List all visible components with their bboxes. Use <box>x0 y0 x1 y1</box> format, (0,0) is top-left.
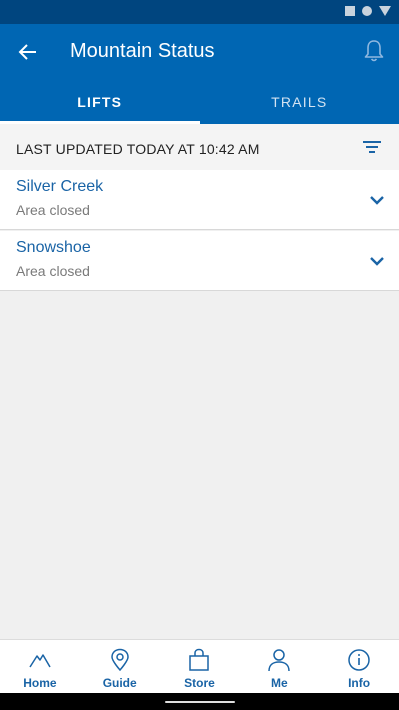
tab-lifts[interactable]: LIFTS <box>0 80 200 124</box>
nav-home-label: Home <box>23 676 57 690</box>
square-status-icon <box>345 6 355 16</box>
nav-info[interactable]: Info <box>319 640 399 693</box>
last-updated-row: LAST UPDATED TODAY AT 10:42 AM <box>0 124 399 170</box>
filter-icon[interactable] <box>361 138 383 156</box>
nav-me[interactable]: Me <box>239 640 319 693</box>
back-button[interactable] <box>14 38 42 66</box>
nav-info-label: Info <box>348 676 371 690</box>
list-item[interactable]: Snowshoe Area closed <box>0 231 399 291</box>
tab-lifts-label: LIFTS <box>77 94 123 110</box>
page-title: Mountain Status <box>70 40 215 62</box>
area-name: Silver Creek <box>16 178 104 195</box>
triangle-status-icon <box>379 6 391 16</box>
tab-bar: LIFTS TRAILS <box>0 80 399 124</box>
last-updated-text: LAST UPDATED TODAY AT 10:42 AM <box>16 141 260 157</box>
info-icon <box>348 649 370 671</box>
status-bar <box>0 0 399 24</box>
home-indicator[interactable] <box>165 701 235 703</box>
system-navigation-bar <box>0 693 399 710</box>
nav-guide-label: Guide <box>102 676 137 690</box>
tab-trails[interactable]: TRAILS <box>200 80 399 124</box>
list-item[interactable]: Silver Creek Area closed <box>0 170 399 230</box>
mountain-icon <box>29 654 51 668</box>
nav-home[interactable]: Home <box>0 640 80 693</box>
bell-icon <box>364 40 384 62</box>
nav-me-label: Me <box>270 676 288 690</box>
chevron-down-icon[interactable] <box>369 192 385 208</box>
back-arrow-icon <box>18 44 36 60</box>
tab-trails-label: TRAILS <box>271 94 328 110</box>
area-name: Snowshoe <box>16 239 91 256</box>
chevron-down-icon[interactable] <box>369 253 385 269</box>
shopping-bag-icon <box>189 648 210 671</box>
nav-store-label: Store <box>184 676 215 690</box>
area-status: Area closed <box>16 202 90 218</box>
app-bar: Mountain Status LIFTS TRAILS <box>0 24 399 124</box>
notifications-button[interactable] <box>360 37 388 65</box>
map-pin-icon <box>110 648 129 672</box>
circle-status-icon <box>362 6 372 16</box>
nav-guide[interactable]: Guide <box>80 640 160 693</box>
person-icon <box>268 649 291 672</box>
area-status: Area closed <box>16 263 90 279</box>
bottom-navigation: Home Guide Store Me Info <box>0 639 399 693</box>
nav-store[interactable]: Store <box>160 640 240 693</box>
